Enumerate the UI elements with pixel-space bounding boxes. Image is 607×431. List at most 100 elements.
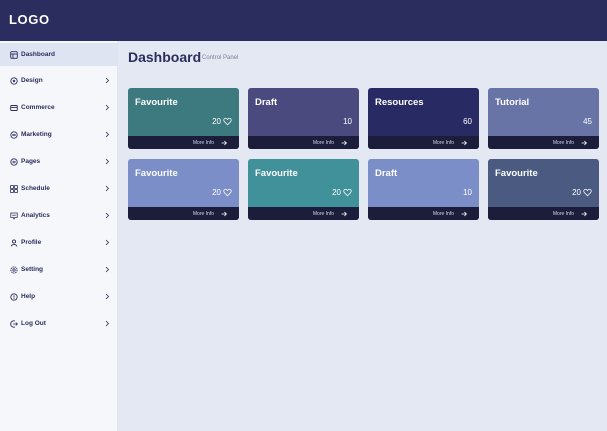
stat-card[interactable]: Draft 10 More Info	[248, 88, 359, 149]
sidebar-item-label: Schedule	[21, 185, 50, 192]
page-subtitle: Control Panel	[202, 55, 239, 61]
chevron-right-icon	[105, 158, 110, 165]
card-title: Tutorial	[495, 97, 530, 108]
sidebar-item-pages[interactable]: Pages	[0, 150, 118, 173]
logout-icon	[10, 319, 18, 328]
design-icon	[10, 76, 18, 85]
card-title: Favourite	[135, 97, 178, 108]
sidebar-item-help[interactable]: Help	[0, 285, 118, 308]
more-info-label: More Info	[552, 139, 574, 146]
sidebar-item-label: Marketing	[21, 131, 52, 138]
arrow-right-icon	[221, 140, 227, 145]
stat-card[interactable]: Tutorial 45 More Info	[488, 88, 599, 149]
card-count: 20	[212, 188, 232, 197]
sidebar-item-log-out[interactable]: Log Out	[0, 312, 118, 335]
sidebar-item-label: Pages	[21, 158, 41, 165]
card-count: 60	[463, 117, 472, 126]
more-info-link[interactable]: More Info	[128, 207, 239, 220]
card-count: 10	[463, 188, 472, 197]
sidebar-item-marketing[interactable]: Marketing	[0, 123, 118, 146]
card-count-value: 20	[332, 188, 341, 197]
sidebar-item-analytics[interactable]: Analytics	[0, 204, 118, 227]
card-title: Draft	[255, 97, 278, 108]
more-info-link[interactable]: More Info	[368, 207, 479, 220]
more-info-link[interactable]: More Info	[248, 207, 359, 220]
user-icon	[10, 238, 18, 247]
card-count: 20	[332, 188, 352, 197]
card-count: 45	[583, 117, 592, 126]
card-count-value: 20	[212, 117, 221, 126]
sidebar-item-commerce[interactable]: Commerce	[0, 96, 118, 119]
arrow-right-icon	[221, 211, 227, 216]
chevron-right-icon	[105, 293, 110, 300]
card-count: 20	[212, 117, 232, 126]
sidebar-item-profile[interactable]: Profile	[0, 231, 118, 254]
card-count-value: 20	[572, 188, 581, 197]
sidebar-item-label: Help	[21, 293, 36, 300]
sidebar: Dashboard Design Commerce Marketing Page…	[0, 41, 118, 431]
arrow-right-icon	[341, 140, 347, 145]
more-info-link[interactable]: More Info	[248, 136, 359, 149]
stat-card[interactable]: Draft 10 More Info	[368, 159, 479, 220]
sidebar-item-label: Profile	[21, 239, 42, 246]
card-count-value: 45	[583, 117, 592, 126]
sidebar-item-label: Setting	[21, 266, 44, 273]
more-info-label: More Info	[432, 210, 454, 217]
heart-icon[interactable]	[343, 188, 352, 197]
sidebar-item-label: Analytics	[21, 212, 50, 219]
more-info-label: More Info	[432, 139, 454, 146]
sidebar-item-schedule[interactable]: Schedule	[0, 177, 118, 200]
sidebar-item-design[interactable]: Design	[0, 69, 118, 92]
card-count: 10	[343, 117, 352, 126]
more-info-link[interactable]: More Info	[368, 136, 479, 149]
more-info-label: More Info	[192, 139, 214, 146]
pages-icon	[10, 157, 18, 166]
chevron-right-icon	[105, 104, 110, 111]
cart-icon	[10, 104, 18, 112]
top-bar: LOGO	[0, 0, 607, 41]
chevron-right-icon	[105, 131, 110, 138]
page-title: Dashboard	[128, 49, 202, 65]
stat-card[interactable]: Favourite 20 More Info	[488, 159, 599, 220]
logo[interactable]: LOGO	[9, 12, 50, 27]
chevron-right-icon	[105, 77, 110, 84]
card-title: Draft	[375, 168, 398, 179]
card-title: Favourite	[255, 168, 298, 179]
card-count-value: 10	[463, 188, 472, 197]
more-info-link[interactable]: More Info	[128, 136, 239, 149]
card-title: Favourite	[135, 168, 178, 179]
card-title: Favourite	[495, 168, 538, 179]
heart-icon[interactable]	[223, 117, 232, 126]
chevron-right-icon	[105, 239, 110, 246]
arrow-right-icon	[461, 211, 467, 216]
gear-icon	[10, 265, 18, 274]
stat-card[interactable]: Favourite 20 More Info	[248, 159, 359, 220]
more-info-link[interactable]: More Info	[488, 136, 599, 149]
stat-card[interactable]: Favourite 20 More Info	[128, 88, 239, 149]
card-count-value: 20	[212, 188, 221, 197]
more-info-label: More Info	[312, 210, 334, 217]
arrow-right-icon	[581, 140, 587, 145]
sidebar-item-label: Commerce	[21, 104, 55, 111]
stat-card[interactable]: Resources 60 More Info	[368, 88, 479, 149]
more-info-label: More Info	[192, 210, 214, 217]
arrow-right-icon	[581, 211, 587, 216]
sidebar-item-dashboard[interactable]: Dashboard	[0, 43, 118, 66]
card-count: 20	[572, 188, 592, 197]
megaphone-icon	[10, 130, 18, 139]
more-info-label: More Info	[312, 139, 334, 146]
heart-icon[interactable]	[223, 188, 232, 197]
sidebar-item-label: Log Out	[21, 320, 46, 327]
stat-card[interactable]: Favourite 20 More Info	[128, 159, 239, 220]
card-title: Resources	[375, 97, 424, 108]
card-count-value: 60	[463, 117, 472, 126]
more-info-link[interactable]: More Info	[488, 207, 599, 220]
arrow-right-icon	[461, 140, 467, 145]
more-info-label: More Info	[552, 210, 574, 217]
sidebar-item-label: Design	[21, 77, 43, 84]
arrow-right-icon	[341, 211, 347, 216]
calendar-icon	[10, 184, 18, 193]
chevron-right-icon	[105, 212, 110, 219]
sidebar-item-setting[interactable]: Setting	[0, 258, 118, 281]
heart-icon[interactable]	[583, 188, 592, 197]
